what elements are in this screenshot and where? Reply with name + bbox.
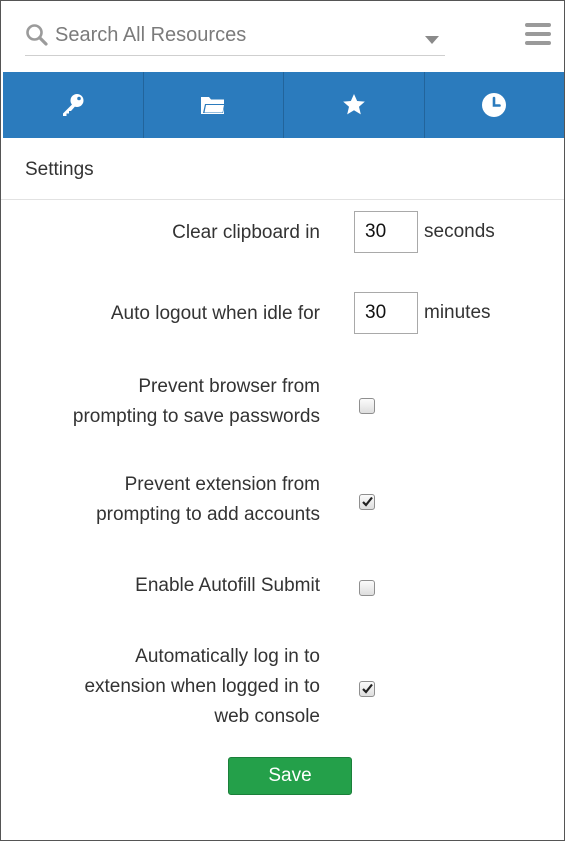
label-line: Prevent extension from: [124, 474, 320, 495]
search-bar: [25, 15, 445, 56]
prevent-extension-add-checkbox[interactable]: [359, 494, 375, 510]
label-line: extension when logged in to: [84, 676, 320, 697]
label-line: Automatically log in to: [135, 646, 320, 667]
auto-logout-minutes-input[interactable]: [354, 292, 418, 334]
clear-clipboard-label: Clear clipboard in: [172, 222, 320, 243]
key-icon: [60, 92, 86, 118]
prevent-extension-add-label: Prevent extension from prompting to add …: [96, 470, 320, 530]
folder-icon: [200, 94, 226, 116]
label-line: prompting to add accounts: [96, 504, 320, 525]
prevent-browser-save-label: Prevent browser from prompting to save p…: [73, 372, 320, 432]
extension-popup: Settings Clear clipboard in seconds Auto…: [0, 0, 565, 841]
search-icon: [25, 23, 49, 47]
settings-header: Settings: [1, 139, 564, 200]
label-line: prompting to save passwords: [72, 406, 320, 427]
autofill-submit-checkbox[interactable]: [359, 580, 375, 596]
hamburger-menu-icon[interactable]: [525, 23, 551, 47]
prevent-browser-save-checkbox[interactable]: [359, 398, 375, 414]
clear-clipboard-seconds-input[interactable]: [354, 211, 418, 253]
tab-passwords[interactable]: [3, 72, 144, 138]
caret-down-icon[interactable]: [425, 36, 439, 44]
page-title: Settings: [25, 159, 94, 180]
checkmark-icon: [362, 683, 373, 694]
checkmark-icon: [362, 496, 373, 507]
star-icon: [341, 92, 367, 118]
tab-favorites[interactable]: [284, 72, 425, 138]
minutes-unit-label: minutes: [424, 302, 491, 323]
autofill-submit-label: Enable Autofill Submit: [135, 575, 320, 596]
label-line: Prevent browser from: [138, 376, 320, 397]
auto-logout-label: Auto logout when idle for: [110, 303, 320, 324]
seconds-unit-label: seconds: [424, 221, 495, 242]
auto-login-checkbox[interactable]: [359, 681, 375, 697]
clock-icon: [481, 92, 507, 118]
save-button[interactable]: Save: [228, 757, 352, 795]
tab-recent[interactable]: [425, 72, 565, 138]
search-input[interactable]: [55, 21, 415, 49]
auto-login-label: Automatically log in to extension when l…: [84, 642, 320, 732]
label-line: web console: [214, 706, 320, 727]
nav-tabbar: [3, 72, 564, 138]
tab-folders[interactable]: [144, 72, 284, 138]
